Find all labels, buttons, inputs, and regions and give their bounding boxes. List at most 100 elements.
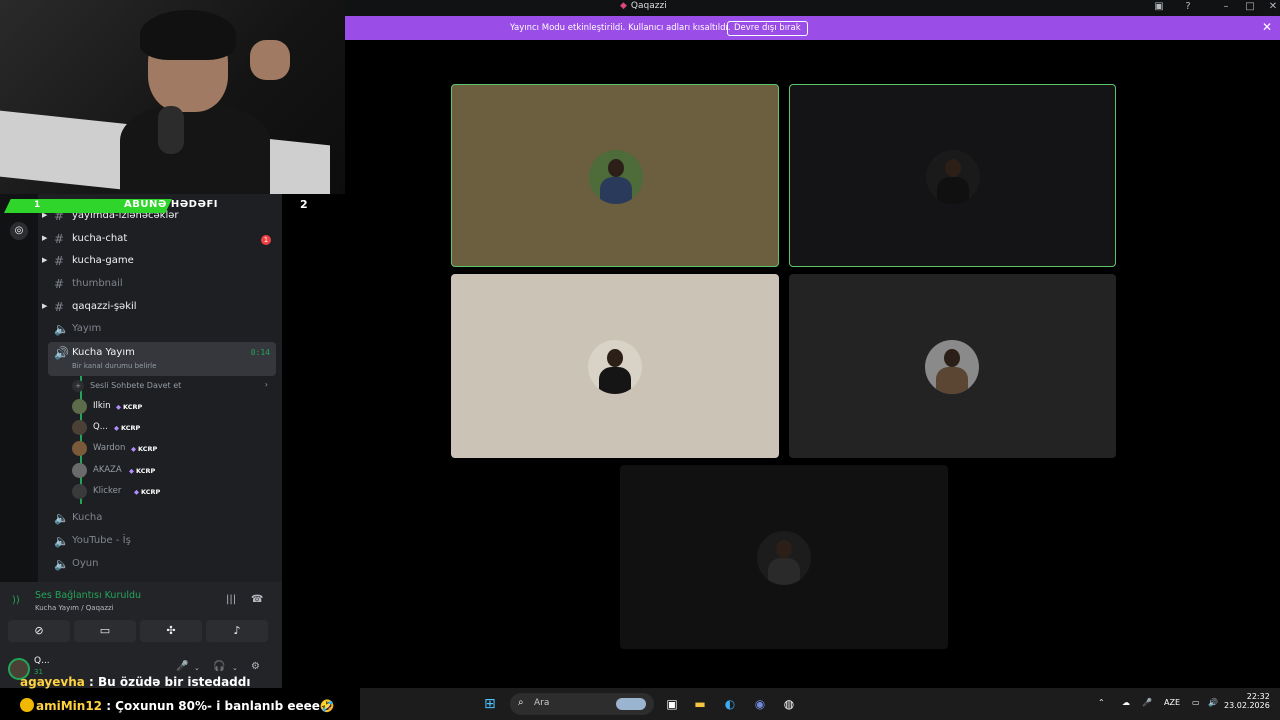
hash-icon: # [54, 232, 65, 246]
voice-member[interactable]: Klicker ◆ KCRP [72, 483, 252, 501]
avatar [72, 441, 87, 456]
participant-tile[interactable] [789, 84, 1116, 267]
invite-to-voice-row[interactable]: + Sesli Sohbete Davet et › [72, 380, 276, 394]
volume-icon[interactable]: 🔊 [1208, 698, 1218, 707]
channel-name: Kucha [72, 512, 103, 523]
voice-member[interactable]: Wardon ◆ KCRP [72, 440, 252, 458]
tray-chevron-icon[interactable]: ⌃ [1098, 698, 1105, 707]
task-view-icon[interactable]: ▣ [663, 695, 681, 713]
voice-member[interactable]: AKAZA ◆ KCRP [72, 462, 252, 480]
guild-tag-text: KCRP [136, 467, 156, 475]
participant-tile[interactable] [451, 84, 779, 267]
chat-text: : Çoxunun 80%- i banlanıb eeee🤣 [102, 699, 335, 713]
channel-name: YouTube - İş [72, 535, 131, 546]
voice-connected-title[interactable]: Ses Bağlantısı Kuruldu [35, 590, 141, 601]
subscriber-badge-icon [20, 698, 34, 712]
camera-off-icon[interactable]: ⊘ [8, 620, 70, 642]
member-name: Wardon [93, 443, 126, 453]
guild-tag: ◆ KCRP [127, 466, 157, 476]
close-icon[interactable]: ✕ [1262, 0, 1280, 16]
goal-end: 2 [300, 198, 308, 211]
discord-icon[interactable]: ◉ [751, 695, 769, 713]
settings-gear-icon[interactable]: ⚙ [251, 661, 260, 672]
headphones-icon[interactable]: 🎧 [213, 661, 225, 672]
microphone-tray-icon[interactable]: 🎤 [1142, 698, 1152, 707]
speaker-active-icon: 🔊 [54, 346, 69, 360]
caret-icon: ▶ [42, 256, 48, 264]
subscriber-goal-bar: 1 ABUNƏ HƏDƏFI 2 [0, 197, 308, 215]
user-name[interactable]: Q... [34, 656, 50, 666]
taskbar-search[interactable]: ⌕ Ara [510, 693, 654, 715]
voice-channel-item[interactable]: 🔈 Kucha [38, 508, 282, 530]
channel-item[interactable]: ▶ # kucha-chat 1 [38, 229, 282, 251]
channel-sidebar: ▶ # yayımda-izlənəcəklər ▶ # kucha-chat … [38, 194, 282, 594]
speaker-icon: 🔈 [54, 534, 69, 548]
participant-tile[interactable] [789, 274, 1116, 458]
voice-channel-item[interactable]: 🔈 Yayım [38, 319, 282, 341]
voice-connection-panel: )) Ses Bağlantısı Kuruldu Kucha Yayım / … [0, 582, 282, 648]
network-icon[interactable]: ▭ [1192, 698, 1200, 707]
channel-item[interactable]: ▶ # kucha-game [38, 251, 282, 273]
guild-tag-text: KCRP [138, 445, 158, 453]
chevron-down-icon[interactable]: ⌄ [232, 664, 238, 672]
gem-icon: ◆ [134, 488, 139, 496]
cloud-icon[interactable]: ☁ [1122, 698, 1130, 707]
disable-streamer-mode-button[interactable]: Devre dışı bırak [727, 21, 808, 36]
participant-tile[interactable] [451, 274, 779, 458]
maximize-icon[interactable]: □ [1239, 0, 1261, 16]
stream-chat-overlay: agayevha : Bu özüdə bir istedaddı amiMin… [20, 675, 360, 719]
member-name: Klicker [93, 486, 122, 496]
chat-message: amiMin12 : Çoxunun 80%- i banlanıb eeee🤣 [20, 698, 335, 716]
avatar-head [608, 159, 624, 177]
inbox-icon[interactable]: ▣ [1148, 0, 1170, 16]
noise-suppression-icon[interactable]: ||| [226, 594, 236, 605]
channel-item[interactable]: ▶ # qaqazzi-şəkil [38, 297, 282, 319]
taskbar-clock[interactable]: 22:32 23.02.2026 [1224, 692, 1270, 710]
discover-icon[interactable]: ◎ [10, 222, 28, 240]
channel-status[interactable]: Bir kanal durumu belirle [72, 362, 156, 370]
windows-start-icon[interactable]: ⊞ [484, 696, 496, 712]
speaker-icon: 🔈 [54, 322, 69, 336]
avatar [588, 340, 642, 394]
minimize-icon[interactable]: – [1215, 0, 1237, 16]
language-indicator[interactable]: AZE [1164, 698, 1180, 707]
file-explorer-icon[interactable]: ▬ [691, 695, 709, 713]
active-voice-channel[interactable]: 🔊 Kucha Yayım Bir kanal durumu belirle 0… [48, 342, 276, 376]
voice-member[interactable]: Ilkin ◆ KCRP [72, 398, 252, 416]
window-title-text: Qaqazzi [630, 1, 667, 11]
disconnect-icon[interactable]: ☎ [251, 594, 263, 605]
search-label: Ara [534, 698, 550, 708]
voice-member[interactable]: Q... ◆ KCRP [72, 419, 252, 437]
avatar-body [768, 558, 800, 585]
avatar-head [776, 540, 792, 558]
voice-channel-item[interactable]: 🔈 Oyun [38, 554, 282, 576]
help-icon[interactable]: ? [1177, 0, 1199, 16]
chat-message: agayevha : Bu özüdə bir istedaddı [20, 675, 250, 693]
chevron-right-icon: › [264, 380, 268, 389]
banner-close-icon[interactable]: ✕ [1262, 20, 1272, 34]
streamer-mode-banner: Yayıncı Modu etkinleştirildi. Kullanıcı … [345, 16, 1280, 40]
webcam-person-body [120, 105, 270, 194]
member-name: Q... [93, 422, 108, 432]
avatar [72, 399, 87, 414]
channel-item[interactable]: # thumbnail [38, 274, 282, 296]
avatar-body [599, 367, 631, 394]
avatar [72, 420, 87, 435]
obs-icon[interactable]: ◍ [780, 695, 798, 713]
voice-channel-item[interactable]: 🔈 YouTube - İş [38, 531, 282, 553]
microphone-icon[interactable]: 🎤 [176, 661, 188, 672]
signal-icon[interactable]: )) [12, 595, 20, 606]
participant-tile[interactable] [620, 465, 948, 649]
guild-tag-text: KCRP [121, 424, 141, 432]
hash-icon: # [54, 254, 65, 268]
soundboard-icon[interactable]: ♪ [206, 620, 268, 642]
discord-window: ◆ Qaqazzi ▣ ? – □ ✕ Yayıncı Modu etkinleş… [0, 0, 1280, 720]
activities-icon[interactable]: ✣ [140, 620, 202, 642]
edge-icon[interactable]: ◐ [721, 695, 739, 713]
chat-text: : Bu özüdə bir istedaddı [84, 675, 251, 689]
chevron-down-icon[interactable]: ⌄ [194, 664, 200, 672]
voice-connected-subtitle[interactable]: Kucha Yayım / Qaqazzi [35, 604, 114, 612]
screen-share-icon[interactable]: ▭ [74, 620, 136, 642]
speaker-icon: 🔈 [54, 557, 69, 571]
voice-timer: 0:14 [250, 348, 270, 357]
